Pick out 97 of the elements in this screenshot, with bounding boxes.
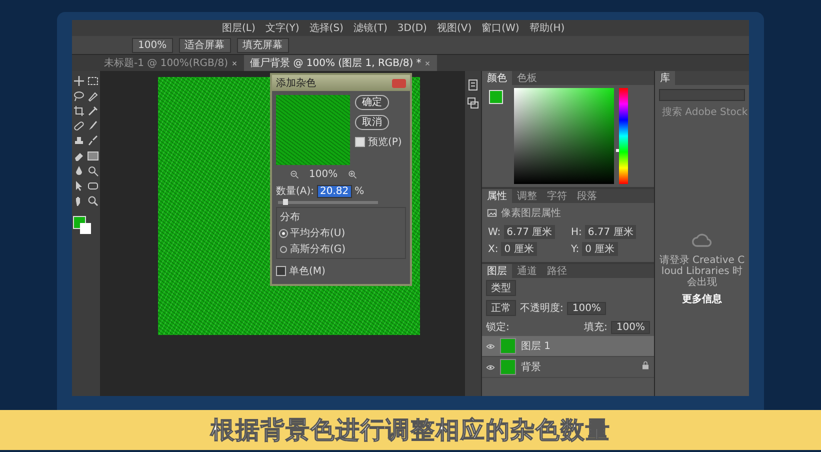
layers-stack-icon [467, 97, 479, 109]
menu-item[interactable]: 窗口(W) [482, 21, 520, 35]
panel-tab[interactable]: 颜色 [482, 71, 512, 85]
dashed-rectangle-icon [87, 75, 99, 87]
layer-row[interactable]: 图层 1 [482, 336, 654, 357]
panel-tab[interactable]: 色板 [512, 71, 542, 85]
panel-heading: 像素图层属性 [501, 206, 561, 220]
zoom-level: 100% [309, 169, 338, 180]
close-icon [231, 60, 238, 66]
gradient-icon [87, 150, 99, 162]
panel-tab[interactable]: 属性 [482, 189, 512, 203]
field-label: Y: [571, 244, 580, 254]
document-tab[interactable]: 未标题-1 @ 100%(RGB/8) [98, 55, 244, 71]
close-icon [424, 60, 432, 66]
radio-button[interactable] [280, 246, 287, 252]
group-label: 分布 [280, 211, 301, 224]
document-tab[interactable]: 僵尸背景 @ 100% (图层 1, RGB/8) * [244, 55, 438, 71]
amount-field[interactable]: 20.82 [317, 184, 352, 198]
color-field[interactable] [514, 88, 614, 184]
checkbox-label: 单色(M) [289, 264, 326, 278]
brush-icon [87, 120, 99, 132]
eraser-icon [73, 150, 85, 162]
option-button[interactable]: 填充屏幕 [236, 38, 289, 52]
layer-name: 图层 1 [521, 340, 551, 353]
loop-icon [73, 90, 85, 102]
close-button[interactable] [392, 78, 406, 88]
menu-item[interactable]: 帮助(H) [529, 21, 565, 35]
amount-slider[interactable] [278, 201, 378, 204]
menu-item[interactable]: 3D(D) [397, 22, 427, 34]
opacity-field[interactable]: 100% [567, 302, 606, 314]
dialog-title: 添加杂色 [276, 76, 316, 90]
dialog-button[interactable]: 取消 [355, 115, 389, 130]
zoom-out-icon [290, 170, 299, 179]
blend-mode-dropdown[interactable]: 正常 [486, 300, 516, 316]
dimension-field[interactable]: 6.77 厘米 [584, 225, 636, 239]
eye-icon [486, 362, 495, 372]
lock-label: 锁定: [486, 320, 510, 334]
layer-thumbnail [500, 359, 516, 375]
field-label: H: [571, 226, 582, 238]
menu-item[interactable]: 文字(Y) [265, 21, 300, 35]
more-info-link[interactable]: 更多信息 [682, 292, 722, 306]
field-label: W: [488, 226, 501, 238]
checkbox-label: 预览(P) [368, 136, 402, 149]
panel-tab[interactable]: 段落 [572, 189, 602, 203]
panel-tab[interactable]: 路径 [542, 264, 572, 278]
panel-tab[interactable]: 通道 [512, 264, 542, 278]
zoom-in-icon [348, 170, 357, 179]
opacity-label: 不透明度: [520, 302, 564, 315]
panel-tab[interactable]: 图层 [482, 264, 512, 278]
option-button[interactable]: 适合屏幕 [178, 38, 231, 52]
slider-thumb[interactable] [616, 149, 619, 152]
zoom-icon [87, 195, 99, 207]
dimension-field[interactable]: 0 厘米 [501, 242, 537, 256]
layer-name: 背景 [521, 360, 541, 374]
layer-row[interactable]: 背景 [482, 357, 654, 378]
radio-label: 平均分布(U) [290, 227, 346, 240]
arrow-pointer-icon [73, 180, 85, 192]
radio-button[interactable] [280, 230, 287, 236]
menu-item[interactable]: 图层(L) [222, 21, 256, 35]
history-icon [467, 79, 479, 91]
image-icon [487, 208, 497, 218]
magnifier-icon [87, 165, 99, 177]
crop-icon [73, 105, 85, 117]
drop-icon [73, 165, 85, 177]
libraries-message: 请登录 Creative Cloud Libraries 时会出现 [659, 255, 745, 288]
layer-thumbnail [500, 338, 516, 354]
monochrome-checkbox[interactable] [276, 266, 286, 276]
subtitle-caption: 根据背景色进行调整相应的杂色数量 [210, 415, 610, 446]
filter-dropdown[interactable]: 类型 [486, 280, 516, 296]
panel-tab[interactable]: 调整 [512, 189, 542, 203]
lock-icon [641, 361, 650, 370]
field-label: X: [488, 244, 498, 254]
pen-nib-icon [87, 90, 99, 102]
zoom-percent-button[interactable]: 100% [132, 38, 173, 52]
bandage-icon [73, 120, 85, 132]
eye-icon [486, 342, 495, 350]
dimension-field[interactable]: 6.77 厘米 [504, 225, 556, 239]
radio-label: 高斯分布(G) [290, 242, 346, 256]
dimension-field[interactable]: 0 厘米 [582, 242, 618, 256]
stamp-icon [73, 135, 85, 147]
panel-tab[interactable]: 字符 [542, 189, 572, 203]
slider-thumb[interactable] [283, 199, 288, 205]
dialog-button[interactable]: 确定 [355, 95, 389, 110]
foreground-color-swatch[interactable] [489, 90, 503, 104]
fill-field[interactable]: 100% [611, 320, 650, 334]
preview-checkbox[interactable] [355, 137, 365, 147]
menu-item[interactable]: 滤镜(T) [353, 21, 388, 35]
eyedropper-icon [87, 105, 99, 117]
fill-label: 填充: [584, 320, 608, 334]
amount-label: 数量(A): [276, 185, 314, 198]
menu-item[interactable]: 视图(V) [436, 21, 472, 35]
panel-tab[interactable]: 库 [655, 71, 675, 85]
percent-unit: % [354, 186, 364, 196]
rounded-rectangle-icon [87, 180, 99, 192]
menu-item[interactable]: 选择(S) [309, 21, 344, 35]
hue-slider[interactable] [619, 88, 628, 184]
cross-arrows-icon [73, 75, 85, 87]
